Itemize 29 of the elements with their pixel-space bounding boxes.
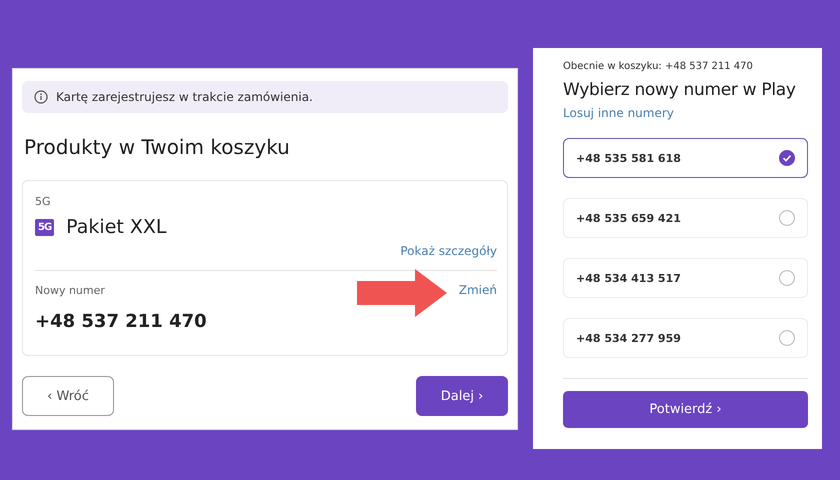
panel-title: Wybierz nowy numer w Play — [563, 80, 797, 100]
5g-badge: 5G — [35, 218, 54, 236]
product-name: Pakiet XXL — [66, 216, 166, 238]
notice-text: Kartę zarejestrujesz w trakcie zamówienia. — [56, 90, 313, 104]
number-label: Nowy numer — [35, 284, 105, 296]
radio-button[interactable] — [779, 210, 795, 226]
number-option[interactable]: +48 535 581 618 — [563, 138, 808, 178]
option-number: +48 535 581 618 — [576, 152, 681, 164]
arrow-icon — [357, 269, 447, 317]
info-icon — [34, 90, 48, 104]
next-button[interactable]: Dalej › — [416, 376, 508, 416]
option-number: +48 534 277 959 — [576, 332, 681, 344]
number-option[interactable]: +48 535 659 421 — [563, 198, 808, 238]
radio-button[interactable] — [779, 270, 795, 286]
number-option[interactable]: +48 534 413 517 — [563, 258, 808, 298]
shuffle-link[interactable]: Losuj inne numery — [563, 106, 808, 120]
option-number: +48 534 413 517 — [576, 272, 681, 284]
number-option[interactable]: +48 534 277 959 — [563, 318, 808, 358]
back-button[interactable]: ‹ Wróć — [22, 376, 114, 416]
change-link[interactable]: Zmień — [458, 283, 497, 297]
radio-button[interactable] — [779, 150, 795, 166]
option-number: +48 535 659 421 — [576, 212, 681, 224]
confirm-button[interactable]: Potwierdź › — [563, 391, 808, 428]
radio-button[interactable] — [779, 330, 795, 346]
section-title: Produkty w Twoim koszyku — [24, 134, 291, 160]
phone-number: +48 537 211 470 — [35, 311, 208, 332]
current-number-text: Obecnie w koszyku: +48 537 211 470 — [563, 61, 754, 72]
category-label: 5G — [35, 195, 52, 208]
details-link[interactable]: Pokaż szczegóły — [400, 244, 497, 258]
